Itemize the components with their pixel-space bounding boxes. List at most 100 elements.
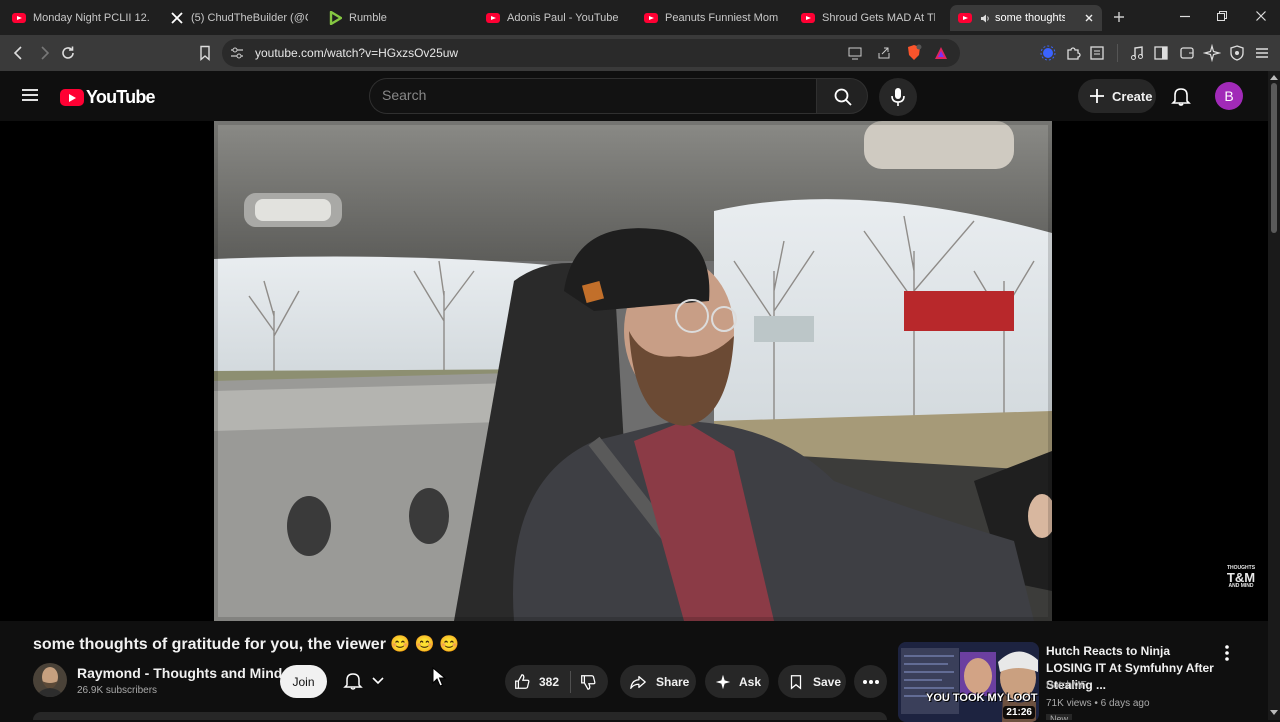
video-frame[interactable] bbox=[214, 121, 1052, 621]
extensions-icon[interactable] bbox=[1064, 44, 1082, 62]
microphone-icon bbox=[891, 88, 905, 106]
browser-tab[interactable]: Shroud Gets MAD At The bbox=[801, 5, 935, 31]
recommended-meta: 71K views • 6 days ago bbox=[1046, 698, 1150, 709]
channel-avatar-image bbox=[33, 663, 67, 697]
cast-icon[interactable] bbox=[847, 45, 863, 61]
search-input[interactable] bbox=[382, 87, 802, 103]
restore-icon[interactable] bbox=[1214, 8, 1230, 24]
subscriber-count: 26.9K subscribers bbox=[77, 685, 158, 696]
share-label: Share bbox=[656, 674, 690, 689]
youtube-masthead: YouTube Create B bbox=[0, 71, 1280, 121]
channel-avatar[interactable] bbox=[33, 663, 67, 697]
search-box bbox=[369, 78, 817, 114]
youtube-icon bbox=[644, 11, 658, 25]
thumbs-down-icon bbox=[581, 674, 596, 690]
video-still-image bbox=[214, 121, 1052, 621]
recommended-channel[interactable]: HutchMF bbox=[1046, 680, 1087, 691]
tab-title: Adonis Paul - YouTube bbox=[507, 12, 619, 24]
toolbar-divider bbox=[1117, 44, 1118, 62]
subscription-bell-icon[interactable] bbox=[343, 671, 363, 691]
bookmark-icon[interactable] bbox=[196, 44, 214, 62]
more-vertical-icon[interactable] bbox=[1220, 644, 1234, 662]
forward-icon[interactable] bbox=[35, 44, 53, 62]
page-scrollbar[interactable] bbox=[1268, 71, 1280, 720]
notifications-bell-icon[interactable] bbox=[1170, 85, 1192, 107]
channel-name[interactable]: Raymond - Thoughts and Mind bbox=[77, 665, 282, 681]
like-count: 382 bbox=[539, 674, 560, 689]
wallet-icon[interactable] bbox=[1178, 44, 1196, 62]
account-avatar[interactable]: B bbox=[1215, 82, 1243, 110]
dislike-button[interactable] bbox=[571, 665, 597, 698]
search-icon bbox=[834, 88, 852, 106]
share-button[interactable]: Share bbox=[620, 665, 696, 698]
reload-icon[interactable] bbox=[59, 44, 77, 62]
menu-icon[interactable] bbox=[1253, 44, 1271, 62]
recommended-thumbnail[interactable]: YOU TOOK MY LOOT 21:26 bbox=[898, 642, 1039, 722]
thumbs-up-icon bbox=[515, 673, 530, 689]
vpn-shield-icon[interactable] bbox=[1228, 44, 1246, 62]
chevron-down-icon[interactable] bbox=[371, 675, 385, 687]
like-button[interactable]: 382 bbox=[505, 665, 559, 698]
x-icon bbox=[170, 11, 184, 25]
tab-title: Monday Night PCLII 12.29 bbox=[33, 12, 150, 24]
save-button[interactable]: Save bbox=[778, 665, 846, 698]
share-icon bbox=[630, 675, 646, 689]
search-button[interactable] bbox=[816, 78, 868, 114]
browser-tab[interactable]: (5) ChudTheBuilder (@Chu bbox=[170, 5, 308, 31]
video-title: some thoughts of gratitude for you, the … bbox=[33, 636, 460, 653]
description-box[interactable] bbox=[33, 712, 887, 720]
video-player[interactable]: THOUGHTS T&M AND MIND bbox=[0, 121, 1268, 621]
channel-watermark[interactable]: THOUGHTS T&M AND MIND bbox=[1224, 566, 1258, 589]
youtube-play-icon bbox=[60, 89, 84, 106]
media-icon[interactable] bbox=[1128, 44, 1146, 62]
reader-mode-icon[interactable] bbox=[1088, 44, 1106, 62]
youtube-icon bbox=[801, 11, 815, 25]
browser-tab-strip: Monday Night PCLII 12.29 (5) ChudTheBuil… bbox=[0, 0, 1280, 35]
youtube-icon bbox=[486, 11, 500, 25]
create-button[interactable]: Create bbox=[1078, 79, 1156, 113]
share-page-icon[interactable] bbox=[876, 45, 892, 61]
like-dislike-group: 382 bbox=[505, 665, 608, 698]
scroll-down-arrow-icon[interactable] bbox=[1270, 710, 1278, 716]
scrollbar-thumb[interactable] bbox=[1271, 83, 1277, 233]
join-button[interactable]: Join bbox=[280, 665, 327, 698]
back-icon[interactable] bbox=[10, 44, 28, 62]
youtube-icon bbox=[12, 11, 26, 25]
browser-toolbar: youtube.com/watch?v=HGxzsOv25uw bbox=[0, 35, 1280, 71]
browser-tab[interactable]: Monday Night PCLII 12.29 bbox=[12, 5, 150, 31]
brave-rewards-icon[interactable] bbox=[934, 46, 948, 60]
youtube-logo[interactable]: YouTube bbox=[60, 87, 156, 108]
leo-ai-icon[interactable] bbox=[1203, 44, 1221, 62]
address-bar[interactable]: youtube.com/watch?v=HGxzsOv25uw bbox=[222, 39, 960, 67]
url-text: youtube.com/watch?v=HGxzsOv25uw bbox=[255, 46, 459, 60]
speaker-icon bbox=[979, 11, 991, 25]
scroll-up-arrow-icon[interactable] bbox=[1270, 74, 1278, 80]
close-tab-icon[interactable] bbox=[1082, 11, 1096, 25]
mouse-cursor-icon bbox=[432, 667, 446, 687]
sidebar-toggle-icon[interactable] bbox=[1152, 44, 1170, 62]
ask-button[interactable]: Ask bbox=[705, 665, 769, 698]
save-bookmark-icon bbox=[790, 674, 802, 690]
brave-shield-icon[interactable] bbox=[906, 44, 922, 62]
rumble-icon bbox=[328, 11, 342, 25]
close-window-icon[interactable] bbox=[1253, 8, 1269, 24]
ask-label: Ask bbox=[739, 674, 762, 689]
tab-title: Rumble bbox=[349, 12, 387, 24]
browser-tab-active[interactable]: some thoughts of bbox=[950, 5, 1102, 31]
video-duration: 21:26 bbox=[1003, 706, 1035, 719]
new-badge: New bbox=[1046, 714, 1073, 720]
more-actions-button[interactable] bbox=[854, 665, 887, 698]
browser-tab[interactable]: Peanuts Funniest Moment bbox=[644, 5, 778, 31]
vpn-icon[interactable] bbox=[1039, 44, 1057, 62]
youtube-icon bbox=[958, 11, 972, 25]
new-tab-icon[interactable] bbox=[1112, 10, 1126, 24]
site-settings-icon[interactable] bbox=[230, 46, 244, 60]
tab-title: Peanuts Funniest Moment bbox=[665, 12, 778, 24]
tab-title: some thoughts of bbox=[995, 12, 1065, 24]
minimize-icon[interactable] bbox=[1177, 8, 1193, 24]
tab-title: (5) ChudTheBuilder (@Chu bbox=[191, 12, 308, 24]
browser-tab[interactable]: Adonis Paul - YouTube bbox=[486, 5, 624, 31]
voice-search-button[interactable] bbox=[879, 78, 917, 116]
browser-tab[interactable]: Rumble bbox=[328, 5, 466, 31]
hamburger-menu-icon[interactable] bbox=[20, 85, 40, 105]
